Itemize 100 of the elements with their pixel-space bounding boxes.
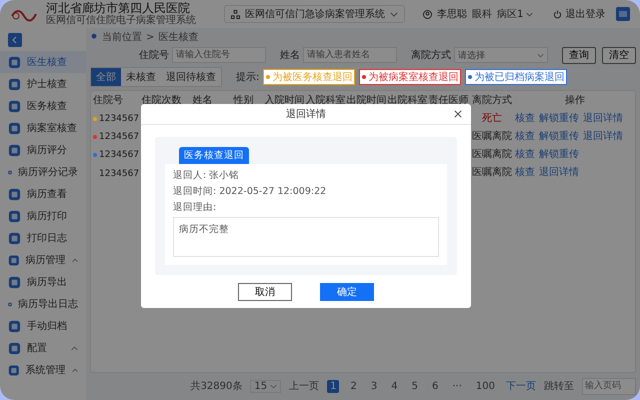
filter-button[interactable]: 清空	[602, 46, 636, 64]
action-link[interactable]: 核查	[515, 113, 535, 124]
action-link[interactable]: 解锁重传	[539, 113, 579, 124]
filter-label: 离院方式	[411, 48, 451, 62]
chevron-down-icon	[526, 12, 534, 16]
input-field[interactable]: 请输入患者姓名	[303, 47, 397, 63]
sitemap-icon	[231, 10, 240, 18]
column-header: 住院次数	[141, 94, 182, 108]
breadcrumb-current: 医生核查	[158, 30, 198, 44]
dialog-button[interactable]: 取消	[238, 282, 292, 300]
filter-button[interactable]: 查询	[562, 46, 596, 64]
action-link[interactable]: 核查	[515, 167, 535, 178]
app-tile-icon[interactable]	[616, 7, 630, 21]
action-link[interactable]: 核查	[515, 149, 535, 160]
sidebar-item[interactable]: 病案室核查	[0, 117, 86, 139]
return-time-text: 退回时间: 2022-05-27 12:009:22	[173, 185, 328, 198]
jump-label: 跳转至	[544, 380, 574, 393]
breadcrumb-item[interactable]: 当前位置	[102, 30, 142, 44]
chevron-down-icon	[270, 384, 278, 388]
tab[interactable]: 全部	[91, 68, 121, 86]
action-link[interactable]: 核查	[515, 131, 535, 142]
action-link[interactable]: 解锁重传	[539, 131, 579, 142]
reason-textarea[interactable]: 病历不完整	[173, 217, 439, 257]
user-icon	[423, 10, 432, 18]
hospital-name: 河北省廊坊市第四人民医院	[46, 1, 190, 15]
page-button[interactable]: 3	[368, 380, 380, 392]
returner-text: 退回人: 张小铭	[173, 169, 240, 182]
sidebar-item[interactable]: 打印日志	[0, 227, 86, 249]
collapse-icon[interactable]	[8, 33, 22, 47]
sidebar-item[interactable]: 护士核查	[0, 73, 86, 95]
select-field[interactable]: 请选择	[454, 47, 548, 63]
sidebar-item[interactable]: 系统管理	[0, 359, 86, 381]
hint-label: 提示:	[236, 71, 260, 84]
column-header: 操作	[564, 94, 586, 108]
column-header: 入院科室	[305, 94, 346, 108]
system-select[interactable]: 医网信可信门急诊病案管理系统	[224, 5, 405, 23]
table-cell: 医嘱离院	[472, 131, 512, 142]
action-link[interactable]: 退回详情	[539, 167, 579, 178]
action-link[interactable]: 解锁重传	[539, 149, 579, 160]
sidebar-item[interactable]: 病历导出	[0, 271, 86, 293]
column-header: 住院号	[92, 94, 124, 108]
column-header: 出院时间	[346, 94, 387, 108]
table-cell: 1234567	[93, 150, 140, 160]
reason-label: 退回理由:	[173, 201, 218, 214]
sidebar-item[interactable]: 医生核查	[0, 51, 86, 73]
dialog-title: 退回详情	[286, 108, 326, 121]
page-button[interactable]: 1	[327, 380, 340, 392]
sidebar-item[interactable]: 手动归档	[0, 315, 86, 337]
page-button[interactable]: 5	[408, 380, 421, 392]
close-icon[interactable]	[454, 110, 462, 118]
column-header: 出院科室	[387, 94, 428, 108]
sidebar-item[interactable]: 病历评分记录	[0, 161, 86, 183]
sidebar-item[interactable]: 病历查看	[0, 183, 86, 205]
legend-tag: 为被病案室核查退回	[359, 69, 462, 85]
action-link[interactable]: 退回详情	[583, 113, 623, 124]
table-cell-text: 1234567	[98, 168, 140, 178]
filter-label: 姓名	[280, 49, 300, 62]
page-button[interactable]: 6	[428, 380, 442, 392]
sidebar-item[interactable]: 医务核查	[0, 95, 86, 117]
page-button[interactable]: 2	[347, 380, 360, 392]
chevron-down-icon	[390, 12, 398, 16]
column-header: 姓名	[192, 94, 214, 108]
table-cell: 医嘱离院	[472, 167, 512, 178]
filter-label: 住院号	[139, 48, 169, 62]
tab[interactable]: 未核查	[121, 68, 161, 86]
power-icon	[553, 10, 562, 18]
page-button[interactable]: ···	[449, 380, 465, 392]
page-button[interactable]: 100	[472, 380, 498, 392]
sidebar-item[interactable]: 病历打印	[0, 205, 86, 227]
dialog-button[interactable]: 确定	[320, 282, 374, 300]
column-header: 性别	[232, 94, 254, 108]
page-input[interactable]: 输入页码	[582, 378, 636, 394]
logout-button[interactable]: 退出登录	[553, 7, 606, 21]
table-cell: 医嘱离院	[472, 149, 512, 160]
user-name: 李思聪	[437, 8, 467, 21]
column-header: 入院时间	[264, 94, 305, 108]
sidebar-item[interactable]: 病历导出日志	[0, 293, 86, 315]
action-link[interactable]: 退回详情	[583, 131, 623, 142]
page-size-select[interactable]: 15	[250, 380, 282, 392]
next-page-button[interactable]: 下一页	[506, 379, 536, 393]
sidebar-item[interactable]: 病历管理	[0, 249, 86, 271]
total-count: 共32890条	[190, 380, 242, 393]
input-field[interactable]: 请输入住院号	[172, 47, 266, 63]
sidebar-item[interactable]: 配置	[0, 337, 86, 359]
breadcrumb-separator: >	[146, 32, 154, 42]
table-cell: 死亡	[482, 113, 502, 124]
tab[interactable]: 退回待核查	[161, 68, 221, 86]
page-button[interactable]: 4	[388, 380, 401, 392]
table-cell: 1234567	[93, 132, 140, 142]
hospital-subtitle: 医网信可信住院电子病案管理系统	[46, 15, 196, 27]
column-header: 离院方式	[471, 94, 513, 108]
prev-page-button[interactable]: 上一页	[289, 379, 320, 393]
chevron-down-icon	[537, 52, 544, 58]
table-cell: 1234567	[93, 114, 140, 124]
tab[interactable]: 医务核查退回	[179, 147, 249, 164]
user-department: 眼科	[472, 8, 492, 21]
legend-tag: 为被医务核查退回	[263, 69, 356, 85]
sidebar-item[interactable]: 病历评分	[0, 139, 86, 161]
legend-tag: 为被已归档病案退回	[465, 69, 568, 85]
ward-select[interactable]: 病区1	[497, 7, 534, 21]
